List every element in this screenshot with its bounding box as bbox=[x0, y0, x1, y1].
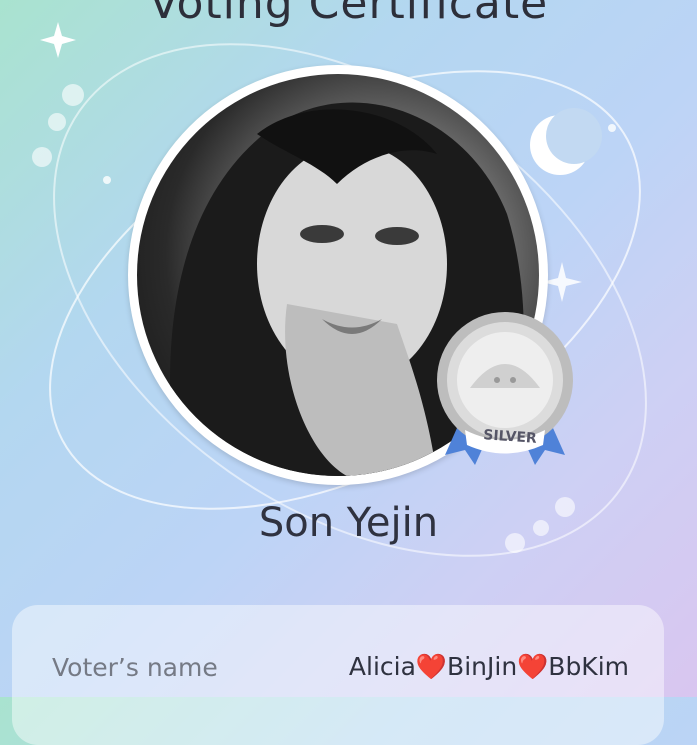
voter-name-value: Alicia❤️BinJin❤️BbKim bbox=[348, 652, 629, 681]
voter-name-label: Voter’s name bbox=[52, 652, 218, 682]
page-title: Voting Certificate bbox=[148, 0, 549, 29]
voter-row: Voter’s name Alicia❤️BinJin❤️BbKim bbox=[52, 652, 629, 682]
sparkle-icon bbox=[542, 262, 582, 302]
celebrity-name: Son Yejin bbox=[258, 500, 439, 546]
moon-icon bbox=[530, 108, 602, 175]
